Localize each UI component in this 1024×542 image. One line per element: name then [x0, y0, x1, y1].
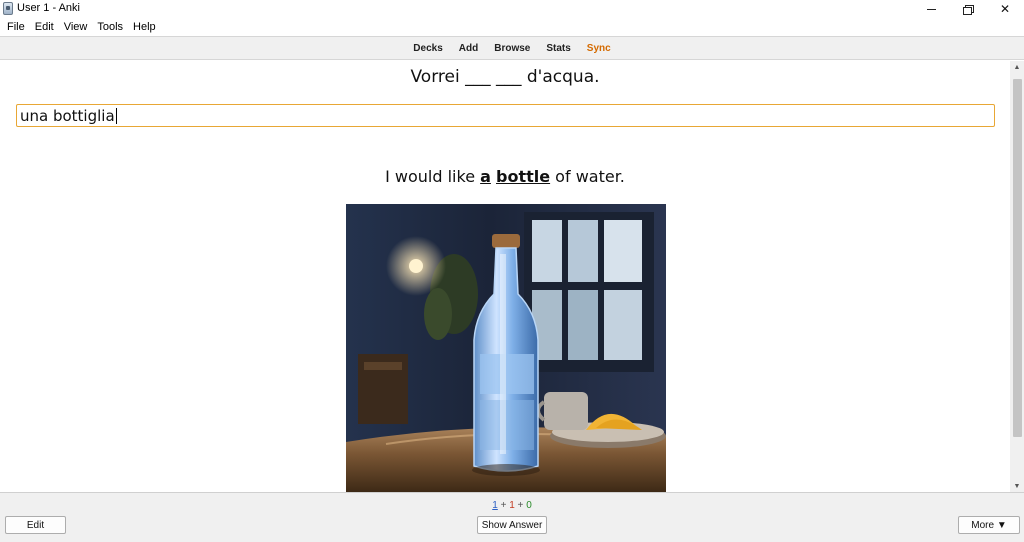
bold-word-bottle: bottle — [496, 167, 551, 186]
card-review-area: Vorrei ___ ___ d'acqua. una bottiglia I … — [0, 61, 1010, 492]
card-translation: I would like a bottle of water. — [385, 167, 625, 186]
title-bar: User 1 - Anki ✕ — [0, 0, 1024, 18]
menu-file[interactable]: File — [2, 21, 30, 33]
menu-tools[interactable]: Tools — [92, 21, 128, 33]
toolbar-browse-link[interactable]: Browse — [494, 43, 530, 54]
restore-icon — [962, 5, 974, 15]
scrollbar-thumb[interactable] — [1013, 79, 1022, 437]
toolbar-stats-link[interactable]: Stats — [546, 43, 570, 54]
toolbar-sync-link[interactable]: Sync — [587, 43, 611, 54]
menu-edit[interactable]: Edit — [30, 21, 59, 33]
main-toolbar: Decks Add Browse Stats Sync — [0, 36, 1024, 60]
review-count: 0 — [526, 500, 532, 511]
close-button[interactable]: ✕ — [986, 0, 1024, 18]
menu-bar: File Edit View Tools Help — [0, 18, 1024, 36]
toolbar-decks-link[interactable]: Decks — [413, 43, 442, 54]
more-button[interactable]: More ▼ — [958, 516, 1020, 534]
card-question: Vorrei ___ ___ d'acqua. — [410, 67, 600, 87]
bottom-bar: 1 + 1 + 0 Edit Show Answer More ▼ — [0, 492, 1024, 542]
menu-help[interactable]: Help — [128, 21, 161, 33]
edit-button[interactable]: Edit — [5, 516, 66, 534]
show-answer-button[interactable]: Show Answer — [477, 516, 547, 534]
due-counts: 1 + 1 + 0 — [492, 500, 532, 511]
type-answer-value: una bottiglia — [20, 107, 117, 125]
scroll-up-arrow-icon[interactable]: ▲ — [1010, 61, 1024, 73]
text-caret — [115, 108, 117, 124]
anki-app-icon — [3, 2, 13, 15]
toolbar-add-link[interactable]: Add — [459, 43, 478, 54]
window-title: User 1 - Anki — [17, 2, 80, 14]
glass-water-bottle-photo — [346, 204, 666, 492]
close-icon: ✕ — [999, 2, 1011, 16]
minimize-icon — [926, 8, 936, 10]
menu-view[interactable]: View — [59, 21, 93, 33]
bold-word-a: a — [480, 167, 491, 186]
scroll-down-arrow-icon[interactable]: ▼ — [1010, 480, 1024, 492]
type-answer-input[interactable]: una bottiglia — [16, 104, 995, 127]
vertical-scrollbar[interactable]: ▲ ▼ — [1010, 61, 1024, 492]
restore-button[interactable] — [948, 0, 986, 18]
minimize-button[interactable] — [912, 0, 950, 18]
